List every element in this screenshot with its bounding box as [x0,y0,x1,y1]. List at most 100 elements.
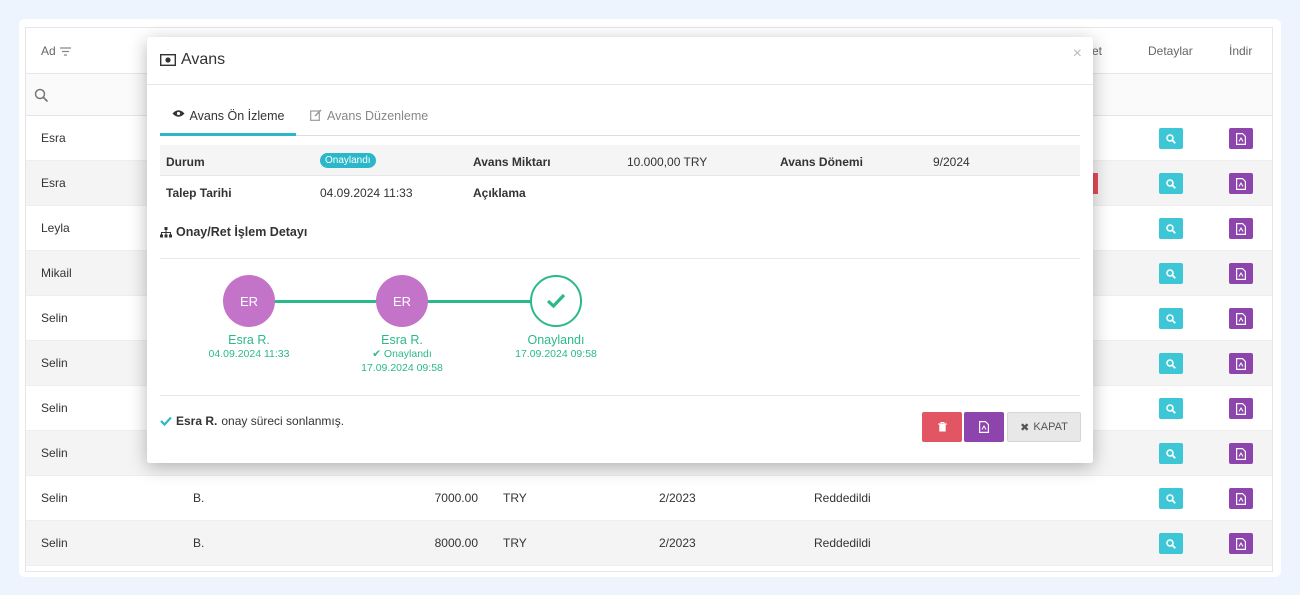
download-button[interactable] [1229,443,1253,464]
cell-status: Reddedildi [814,491,871,505]
pdf-icon [1236,267,1246,280]
cell-currency: TRY [503,536,527,550]
cell-period: 2/2023 [659,536,696,550]
edit-icon [310,109,322,121]
cell-name: Selin [41,446,68,460]
download-button[interactable] [1229,218,1253,239]
details-button[interactable] [1159,533,1183,554]
tab-edit[interactable]: Avans Düzenleme [310,100,428,136]
pdf-icon [1236,357,1246,370]
money-icon [160,54,176,66]
header-download: İndir [1229,44,1253,58]
request-date-value: 04.09.2024 11:33 [320,186,413,200]
pdf-icon [1236,492,1246,505]
pdf-icon [1236,177,1246,190]
status-badge: Onaylandı [320,153,376,168]
timeline-avatar: ER [376,275,428,327]
divider-bottom [160,395,1080,396]
pdf-icon [1236,402,1246,415]
search-icon [1166,358,1176,369]
table-row: Selin B. 7000.00 TRY 2/2023 Reddedildi [26,476,1272,521]
amount-value: 10.000,00 TRY [627,155,708,169]
note-person: Esra R. [176,414,218,428]
search-icon [1166,223,1176,234]
cell-c2: B. [193,491,205,505]
tab-preview[interactable]: Avans Ön İzleme [160,100,296,136]
download-button[interactable] [1229,488,1253,509]
advance-info: Durum Onaylandı Avans Miktarı 10.000,00 … [160,145,1080,207]
approval-section-title: Onay/Ret İşlem Detayı [160,225,307,239]
status-label: Durum [166,155,205,169]
cell-period: 2/2023 [659,491,696,505]
check-icon: ✔ [372,348,384,360]
download-button[interactable] [1229,353,1253,374]
search-icon [1166,133,1176,144]
check-icon [160,416,172,426]
download-button[interactable] [1229,173,1253,194]
advance-modal: Avans × Avans Ön İzleme Avans Düzenleme … [147,37,1093,463]
cell-name: Esra [41,176,66,190]
timeline-step-2: Esra R. ✔ Onaylandı 17.09.2024 09:58 [361,333,443,374]
close-icon[interactable]: × [1073,45,1082,63]
info-row-1: Durum Onaylandı Avans Miktarı 10.000,00 … [160,145,1080,176]
cell-amount: 7000.00 [434,491,478,505]
cell-name: Selin [41,536,68,550]
modal-header: Avans × [147,37,1093,85]
search-icon [1166,313,1176,324]
pdf-icon [979,421,989,433]
search-icon [1166,448,1176,459]
period-label: Avans Dönemi [780,155,863,169]
pdf-icon [1236,222,1246,235]
cell-name: Mikail [41,266,72,280]
info-row-2: Talep Tarihi 04.09.2024 11:33 Açıklama [160,176,1080,207]
approved-check-node [530,275,582,327]
download-button[interactable] [1229,128,1253,149]
search-icon [1166,493,1176,504]
pdf-icon [1236,537,1246,550]
cell-name: Esra [41,131,66,145]
details-button[interactable] [1159,128,1183,149]
note-text: onay süreci sonlanmış. [221,414,345,428]
download-button[interactable] [1229,308,1253,329]
download-button[interactable] [1229,398,1253,419]
delete-button[interactable] [922,412,962,442]
close-button[interactable]: ✖ KAPAT [1007,412,1081,442]
cell-name: Selin [41,311,68,325]
times-icon: ✖ [1020,421,1030,434]
cell-name: Selin [41,401,68,415]
request-date-label: Talep Tarihi [166,186,232,200]
pdf-icon [1236,312,1246,325]
details-button[interactable] [1159,353,1183,374]
approval-timeline: ER Esra R. 04.09.2024 11:33 ER Esra R. ✔… [160,258,1080,388]
period-value: 9/2024 [933,155,970,169]
eye-icon [172,110,185,117]
details-button[interactable] [1159,173,1183,194]
pdf-button[interactable] [964,412,1004,442]
pdf-icon [1236,132,1246,145]
modal-title: Avans [160,51,225,69]
description-label: Açıklama [473,186,526,200]
cell-status: Reddedildi [814,536,871,550]
details-button[interactable] [1159,308,1183,329]
timeline-step-3: Onaylandı 17.09.2024 09:58 [515,333,597,360]
check-icon [546,293,566,309]
table-row: Selin B. 8000.00 TRY 2/2023 Reddedildi [26,521,1272,566]
header-name[interactable]: Ad [41,44,71,58]
header-details: Detaylar [1148,44,1193,58]
details-button[interactable] [1159,218,1183,239]
search-icon[interactable] [34,88,49,103]
timeline-avatar: ER [223,275,275,327]
cell-name: Leyla [41,221,70,235]
details-button[interactable] [1159,488,1183,509]
details-button[interactable] [1159,263,1183,284]
cell-c2: B. [193,536,205,550]
timeline-step-1: Esra R. 04.09.2024 11:33 [208,333,290,360]
download-button[interactable] [1229,533,1253,554]
amount-label: Avans Miktarı [473,155,551,169]
download-button[interactable] [1229,263,1253,284]
details-button[interactable] [1159,443,1183,464]
cell-name: Selin [41,356,68,370]
details-button[interactable] [1159,398,1183,419]
cell-amount: 8000.00 [434,536,478,550]
filter-icon[interactable] [59,46,71,56]
